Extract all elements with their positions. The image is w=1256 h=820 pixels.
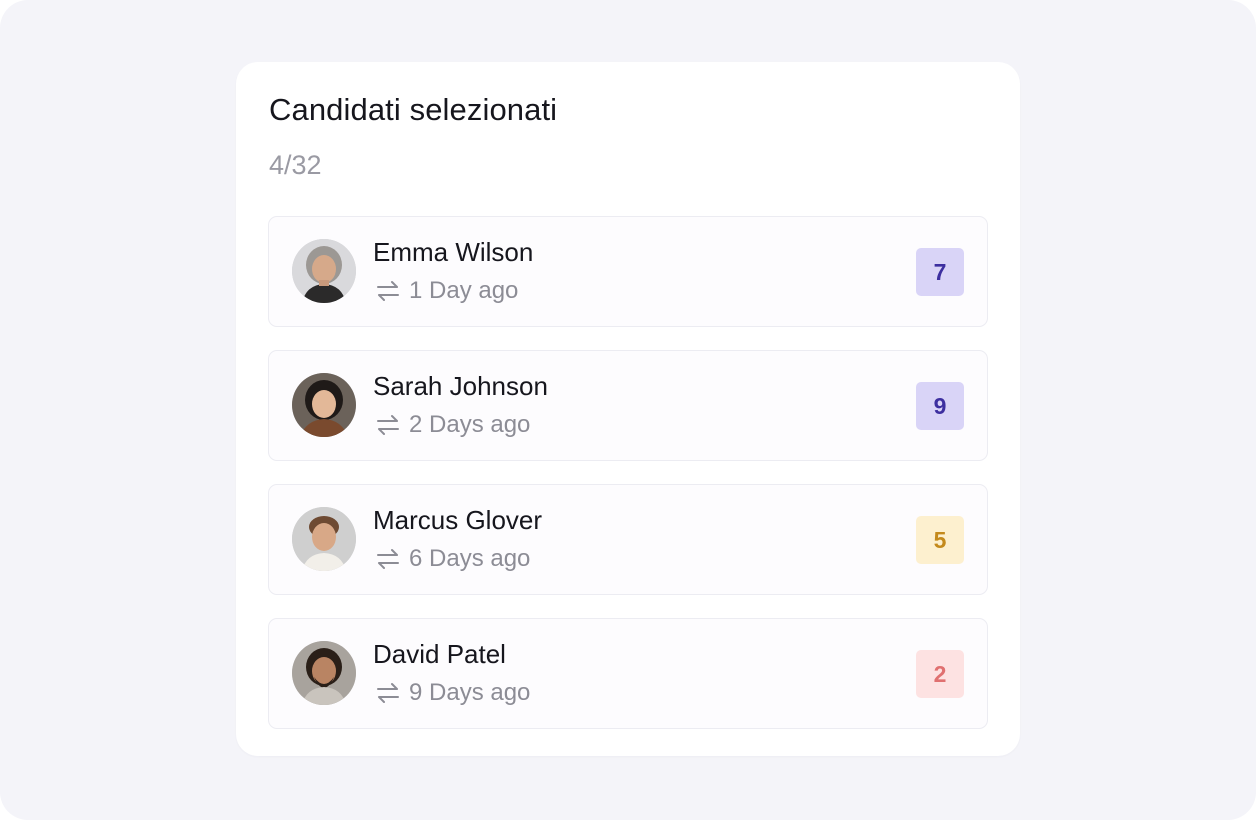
avatar <box>292 239 356 303</box>
candidate-list: Emma Wilson 1 Day ago 7 Sarah Johnson 2 … <box>268 216 988 752</box>
score-badge: 9 <box>916 382 964 430</box>
card-title: Candidati selezionati <box>269 92 558 127</box>
candidate-meta: 2 Days ago <box>375 411 530 439</box>
candidate-name: Emma Wilson <box>373 237 534 267</box>
candidate-row[interactable]: Emma Wilson 1 Day ago 7 <box>268 216 988 327</box>
score-badge: 7 <box>916 248 964 296</box>
candidate-name: David Patel <box>373 639 506 669</box>
avatar <box>292 641 356 705</box>
candidate-time: 6 Days ago <box>409 545 531 572</box>
swap-arrows-icon <box>377 415 399 435</box>
avatar <box>292 373 356 437</box>
selection-count: 4/32 <box>269 150 322 180</box>
swap-arrows-icon <box>377 683 399 703</box>
score-badge: 2 <box>916 650 964 698</box>
score-badge: 5 <box>916 516 964 564</box>
candidate-meta: 1 Day ago <box>375 277 518 305</box>
candidate-time: 1 Day ago <box>409 277 519 304</box>
swap-arrows-icon <box>377 549 399 569</box>
candidate-row[interactable]: David Patel 9 Days ago 2 <box>268 618 988 729</box>
selected-candidates-card: Candidati selezionati 4/32 Emma Wilson 1… <box>236 62 1020 756</box>
candidate-row[interactable]: Marcus Glover 6 Days ago 5 <box>268 484 988 595</box>
candidate-name: Sarah Johnson <box>373 371 548 401</box>
candidate-meta: 6 Days ago <box>375 545 530 573</box>
candidate-time: 2 Days ago <box>409 411 531 438</box>
page-background: Candidati selezionati 4/32 Emma Wilson 1… <box>0 0 1256 820</box>
candidate-time: 9 Days ago <box>409 679 531 706</box>
avatar <box>292 507 356 571</box>
swap-arrows-icon <box>377 281 399 301</box>
candidate-name: Marcus Glover <box>373 505 543 535</box>
candidate-row[interactable]: Sarah Johnson 2 Days ago 9 <box>268 350 988 461</box>
candidate-meta: 9 Days ago <box>375 679 530 707</box>
